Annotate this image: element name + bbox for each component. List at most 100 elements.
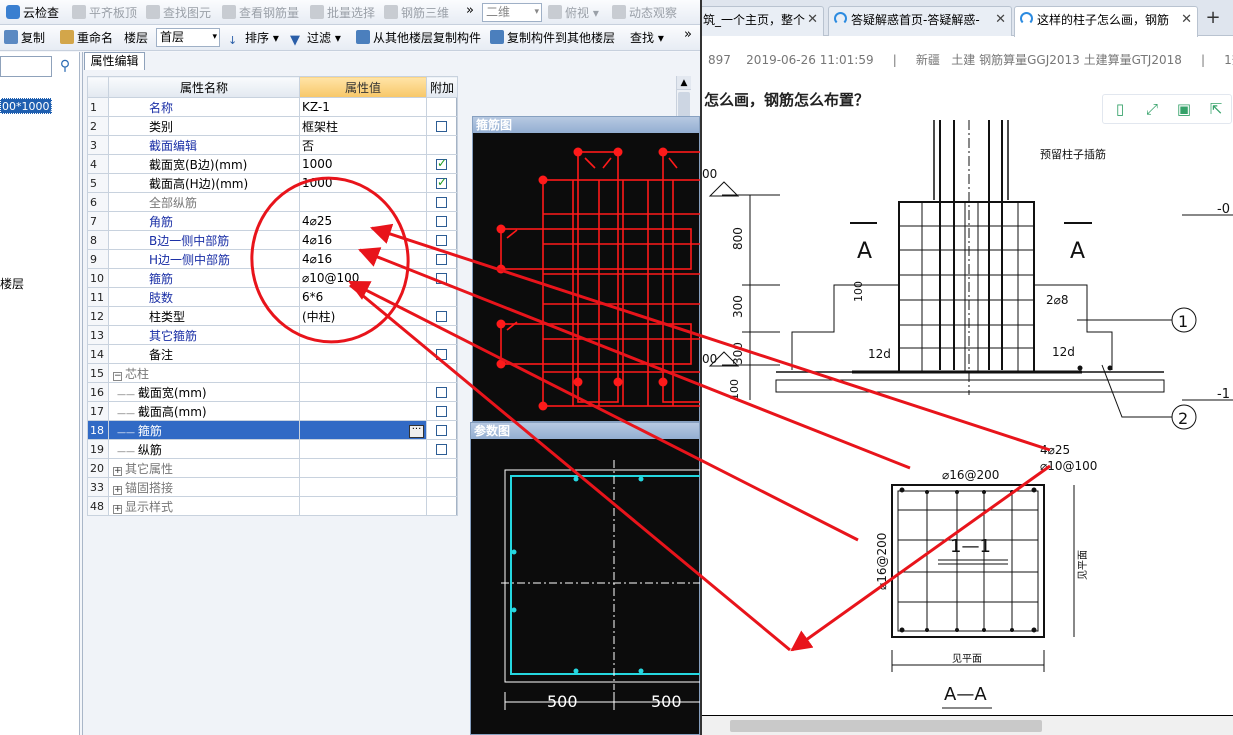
property-row[interactable]: 19 —— 纵筋	[87, 439, 458, 459]
rebar-3d-button[interactable]: 钢筋三维	[384, 4, 449, 22]
selected-component-item[interactable]: 00*1000]	[0, 98, 54, 114]
batch-select-button[interactable]: 批量选择	[310, 4, 375, 22]
expand-plus-icon[interactable]: +	[113, 485, 122, 495]
view-angle-button[interactable]: 俯视 ▾	[548, 4, 599, 22]
attr-value-cell[interactable]: 4⌀25	[299, 211, 427, 231]
attr-name-cell[interactable]: 角筋	[108, 211, 300, 231]
filter-button[interactable]: ▼ 过滤 ▾	[290, 29, 341, 48]
property-row[interactable]: 6 全部纵筋	[87, 192, 458, 212]
align-slab-top-button[interactable]: 平齐板顶	[72, 4, 137, 22]
attr-value-cell[interactable]	[299, 477, 427, 497]
component-search-input[interactable]	[0, 56, 52, 77]
attr-name-cell[interactable]: —— 纵筋	[108, 439, 300, 459]
attr-name-cell[interactable]: − 芯柱	[108, 363, 300, 383]
expand-plus-icon[interactable]: +	[113, 504, 122, 514]
save-icon[interactable]: ▣	[1175, 100, 1193, 118]
attr-value-cell[interactable]	[299, 344, 427, 364]
checkbox-checked[interactable]	[436, 156, 447, 170]
header-attr-value[interactable]: 属性值	[299, 76, 427, 98]
attr-value-cell[interactable]: 1000	[299, 173, 427, 193]
tree-floor-label[interactable]: 楼层	[0, 275, 24, 292]
copy-button[interactable]: 复制	[4, 29, 45, 47]
scroll-thumb[interactable]	[730, 720, 1042, 732]
copy-from-floor-button[interactable]: 从其他楼层复制构件	[356, 29, 481, 47]
attr-value-cell[interactable]: (中柱)	[299, 306, 427, 326]
property-row[interactable]: 2 类别 框架柱	[87, 116, 458, 136]
property-row[interactable]: 4 截面宽(B边)(mm) 1000	[87, 154, 458, 174]
view-rebar-qty-button[interactable]: 查看钢筋量	[222, 4, 299, 22]
header-extra[interactable]: 附加	[426, 76, 458, 98]
checkbox[interactable]	[436, 197, 447, 208]
browser-tab-1[interactable]: 筑_一个主页，整个 ✕	[702, 6, 824, 36]
close-icon[interactable]: ✕	[995, 7, 1006, 33]
attr-name-cell[interactable]: 截面宽(B边)(mm)	[108, 154, 300, 174]
collapse-minus-icon[interactable]: −	[113, 371, 122, 381]
header-attr-name[interactable]: 属性名称	[108, 76, 300, 98]
floor-select[interactable]: 首层 ▾	[156, 28, 220, 47]
attr-value-cell[interactable]	[299, 192, 427, 212]
attr-name-cell[interactable]: —— 截面宽(mm)	[108, 382, 300, 402]
attr-name-cell[interactable]: —— 截面高(mm)	[108, 401, 300, 421]
copy-to-floor-button[interactable]: 复制构件到其他楼层	[490, 29, 615, 47]
fullscreen-icon[interactable]: ⤢	[1143, 100, 1161, 118]
checkbox[interactable]	[436, 406, 447, 417]
checkbox[interactable]	[436, 387, 447, 398]
find-button[interactable]: 查找 ▾	[630, 29, 664, 47]
property-row[interactable]: 13 其它箍筋	[87, 325, 458, 345]
attr-value-cell[interactable]: 框架柱	[299, 116, 427, 136]
attr-value-cell[interactable]	[299, 325, 427, 345]
property-row[interactable]: 17 —— 截面高(mm)	[87, 401, 458, 421]
rename-button[interactable]: 重命名	[60, 29, 113, 47]
checkbox[interactable]	[436, 349, 447, 360]
attr-name-cell[interactable]: 肢数	[108, 287, 300, 307]
browser-horizontal-scrollbar[interactable]	[702, 715, 1233, 735]
property-row[interactable]: 10 箍筋 ⌀10@100	[87, 268, 458, 288]
checkbox[interactable]	[436, 235, 447, 246]
new-tab-button[interactable]: +	[1202, 8, 1224, 30]
checkbox[interactable]	[436, 216, 447, 227]
property-row[interactable]: 18 —— 箍筋 ···	[87, 420, 458, 440]
property-row[interactable]: 11 肢数 6*6	[87, 287, 458, 307]
checkbox-checked[interactable]	[436, 175, 447, 189]
question-tags[interactable]: 土建 钢筋算量GGJ2013 土建算量GTJ2018	[951, 53, 1182, 67]
attr-value-cell[interactable]	[299, 401, 427, 421]
share-icon[interactable]: ⇱	[1207, 100, 1225, 118]
checkbox[interactable]	[436, 311, 447, 322]
view-mode-select[interactable]: 二维 ▾	[482, 3, 542, 22]
attr-name-cell[interactable]: 箍筋	[108, 268, 300, 288]
attr-value-cell[interactable]: 否	[299, 135, 427, 155]
attr-value-cell[interactable]: 6*6	[299, 287, 427, 307]
checkbox[interactable]	[436, 425, 447, 436]
attr-value-cell[interactable]	[299, 496, 427, 516]
attr-value-cell[interactable]: KZ-1	[299, 97, 427, 117]
attr-name-cell[interactable]: —— 箍筋	[108, 420, 300, 440]
property-row[interactable]: 14 备注	[87, 344, 458, 364]
attr-value-cell[interactable]	[299, 382, 427, 402]
attr-value-cell[interactable]: ⌀10@100	[299, 268, 427, 288]
fit-icon[interactable]: ▯	[1111, 100, 1129, 118]
property-row[interactable]: 48 + 显示样式	[87, 496, 458, 516]
attr-name-cell[interactable]: 截面高(H边)(mm)	[108, 173, 300, 193]
attr-value-cell[interactable]: ···	[299, 420, 427, 440]
attr-name-cell[interactable]: 全部纵筋	[108, 192, 300, 212]
property-row[interactable]: 33 + 锚固搭接	[87, 477, 458, 497]
close-icon[interactable]: ✕	[807, 7, 818, 33]
attr-value-cell[interactable]: 4⌀16	[299, 230, 427, 250]
attr-name-cell[interactable]: 柱类型	[108, 306, 300, 326]
scroll-up-icon[interactable]: ▲	[677, 76, 691, 90]
toolbar-more-icon[interactable]: »	[684, 26, 692, 44]
browser-tab-2[interactable]: 答疑解惑首页-答疑解惑- ✕	[828, 6, 1012, 36]
checkbox[interactable]	[436, 444, 447, 455]
ellipsis-button[interactable]: ···	[409, 424, 424, 438]
attr-name-cell[interactable]: 类别	[108, 116, 300, 136]
search-icon[interactable]: ⚲	[54, 56, 76, 77]
property-row[interactable]: 20 + 其它属性	[87, 458, 458, 478]
attr-name-cell[interactable]: 名称	[108, 97, 300, 117]
property-row[interactable]: 16 —— 截面宽(mm)	[87, 382, 458, 402]
attr-value-cell[interactable]: 1000	[299, 154, 427, 174]
attr-name-cell[interactable]: 其它箍筋	[108, 325, 300, 345]
property-row[interactable]: 12 柱类型 (中柱)	[87, 306, 458, 326]
property-row[interactable]: 15− 芯柱	[87, 363, 458, 383]
cloud-check-button[interactable]: 云检查	[6, 4, 59, 22]
property-row[interactable]: 5 截面高(H边)(mm) 1000	[87, 173, 458, 193]
